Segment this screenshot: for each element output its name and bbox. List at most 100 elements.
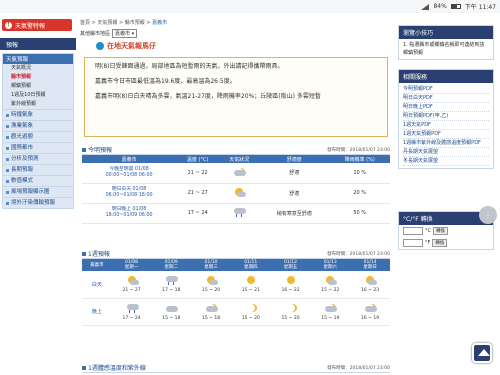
tips-text: 1. 點選縣市或鄉鎮名稱即可連結到該鄉鎮預報	[403, 42, 485, 56]
related-link[interactable]: 今明預報PDF	[403, 85, 489, 94]
menu-item[interactable]: 數值模式	[3, 175, 73, 186]
publish-time: 發布時間：2018/01/07 23:00	[327, 251, 390, 257]
section-title: 1週體感溫度和紫外線	[82, 363, 146, 372]
partly-cloudy-day-icon	[232, 187, 247, 197]
fahrenheit-input[interactable]	[403, 239, 423, 247]
related-link[interactable]: 明日晚上PDF	[403, 103, 489, 112]
menu-item[interactable]: 分析及預測	[3, 153, 73, 164]
celsius-unit: °C	[425, 228, 431, 234]
alert-icon: !	[5, 21, 12, 29]
week-cell: 16 ~ 23	[350, 271, 390, 299]
temp-cell: 21 ~ 22	[176, 163, 220, 184]
city-select-value: 嘉義市	[115, 31, 131, 37]
submenu-item[interactable]: 紫外線預報	[3, 100, 73, 109]
menu-item[interactable]: 漁業氣象	[3, 120, 73, 131]
column-header: 嘉義市	[82, 155, 177, 163]
related-link[interactable]: 丹長期天氣展望	[403, 148, 489, 157]
alert-label: 天氣警特報	[15, 22, 46, 30]
submenu-item-selected[interactable]: 縣市預報	[3, 73, 73, 82]
partly-cloudy-night-icon	[232, 167, 247, 177]
convert-button[interactable]: 轉換	[433, 227, 448, 235]
location-pin-icon	[96, 42, 104, 50]
battery-text: 84%	[433, 3, 447, 10]
period-time: 00:00~01/08 06:00	[105, 172, 153, 178]
signal-icon	[421, 3, 430, 10]
table-row: 明日晚上 01/08 18:00~01/09 06:00 17 ~ 24 稍有寒意…	[82, 203, 390, 224]
weather-cell	[219, 183, 260, 204]
uv-section: 1週體感溫度和紫外線 發布時間：2018/01/07 23:00	[82, 363, 390, 373]
partly-cloudy-night-icon	[323, 303, 338, 313]
week-cell: 15 ~ 20	[270, 298, 311, 326]
comfort-cell: 稍有寒意至舒適	[259, 203, 330, 224]
related-link[interactable]: 1週天氣預報PDF	[403, 130, 489, 139]
cloudy-rain-icon	[232, 207, 247, 217]
bullet-icon	[6, 190, 9, 194]
bullet-icon	[6, 168, 9, 172]
temp-cell: 17 ~ 24	[176, 203, 220, 224]
menu-item[interactable]: 境外汙染傳輸預報	[3, 197, 73, 208]
partly-cloudy-night-icon	[363, 303, 378, 313]
related-link[interactable]: 明日預報PDF(甲,乙)	[403, 112, 489, 121]
submenu-item[interactable]: 天氣概況	[3, 64, 73, 73]
day-header: 01/08 星期一	[111, 259, 152, 271]
today-forecast-table: 嘉義市 溫度 (°C) 天氣狀況 舒適度 降雨機率 (%) 今晚至明晨 01/0…	[82, 155, 390, 224]
menu-item-label: 時鐘氣象	[11, 112, 34, 118]
partly-cloudy-day-icon	[125, 275, 139, 286]
menu-item-label: 數值模式	[11, 178, 34, 184]
menu-item[interactable]: 觀光遊憩	[3, 131, 73, 142]
page-title: 在地天氣報馬仔	[107, 42, 156, 50]
rain-cell: 10 %	[329, 163, 390, 184]
related-link[interactable]: 1週天氣PDF	[403, 121, 489, 130]
rain-cell: 20 %	[329, 183, 390, 204]
related-link[interactable]: 冬長期天氣展望	[403, 157, 489, 166]
clear-night-icon	[244, 303, 258, 313]
day-header: 01/10 星期三	[191, 259, 231, 271]
status-bar: 84% 下午 11:47	[0, 0, 500, 13]
partly-cloudy-day-icon	[204, 275, 219, 286]
comfort-cell: 舒適	[259, 183, 330, 204]
period-cell: 今晚至明晨 01/08 00:00~01/08 06:00	[82, 163, 177, 184]
menu-item[interactable]: 長期預報	[3, 164, 73, 175]
submenu-item[interactable]: 1週及10日預報	[3, 91, 73, 100]
bullet-icon	[6, 146, 9, 150]
bullet-icon	[6, 113, 9, 117]
week-cell: 16 ~ 19	[350, 298, 390, 326]
table-row: 明日白天 01/08 06:00~01/08 18:00 21 ~ 27 舒適 2…	[82, 183, 390, 204]
breadcrumb: 首頁 > 天氣預報 > 縣市預報 > 嘉義市	[80, 20, 168, 26]
submenu-item[interactable]: 鄉鎮預報	[3, 82, 73, 91]
breadcrumb-home[interactable]: 首頁	[80, 20, 90, 26]
column-header: 溫度 (°C)	[176, 155, 220, 163]
partly-cloudy-day-icon	[363, 275, 378, 286]
menu-weather-forecast[interactable]: 天氣預報	[3, 54, 73, 64]
notice-line: 嘉義市今日市區最低溫為19.6度，最高溫為26.5度。	[95, 78, 236, 85]
related-services-box: 相關服務 今明預報PDF 明日白天PDF 明日晚上PDF 明日預報PDF(甲,乙…	[398, 69, 494, 169]
column-header: 舒適度	[259, 155, 330, 163]
column-header: 嘉義市	[82, 259, 112, 271]
partly-cloudy-day-icon	[323, 275, 338, 286]
day-header: 01/11 星期四	[230, 259, 271, 271]
forecast-section-header: 預報	[0, 38, 76, 50]
menu-item[interactable]: 國際都市	[3, 142, 73, 153]
weather-alert-button[interactable]: ! 天氣警特報	[2, 19, 72, 31]
breadcrumb-item[interactable]: 天氣預報	[97, 20, 117, 26]
menu-item[interactable]: 時鐘氣象	[3, 109, 73, 120]
celsius-input[interactable]	[403, 227, 423, 235]
weather-cell	[219, 203, 260, 224]
menu-item-label: 分析及預測	[11, 156, 39, 162]
tips-title: 瀏覽小技巧	[399, 26, 493, 39]
related-link[interactable]: 明日白天PDF	[403, 94, 489, 103]
week-cell: 15 ~ 21	[230, 271, 271, 299]
menu-item-label: 觀光遊憩	[11, 134, 34, 140]
sunny-icon	[244, 275, 258, 285]
breadcrumb-current: 嘉義市	[152, 20, 168, 26]
breadcrumb-item[interactable]: 縣市預報	[125, 20, 145, 26]
convert-button[interactable]: 轉換	[432, 239, 448, 247]
home-button[interactable]	[472, 343, 492, 363]
week-cell: 15 ~ 20	[230, 298, 271, 326]
related-title: 相關服務	[399, 70, 493, 83]
menu-item[interactable]: 風場預報顯示圖	[3, 186, 73, 197]
more-options-handle[interactable]: ⋮	[479, 206, 497, 224]
related-link[interactable]: 1週縣市紫外線及體感溫度預報PDF	[403, 139, 489, 148]
city-select[interactable]: 嘉義市 ▾	[112, 29, 138, 38]
week-cell: 21 ~ 27	[111, 271, 152, 299]
